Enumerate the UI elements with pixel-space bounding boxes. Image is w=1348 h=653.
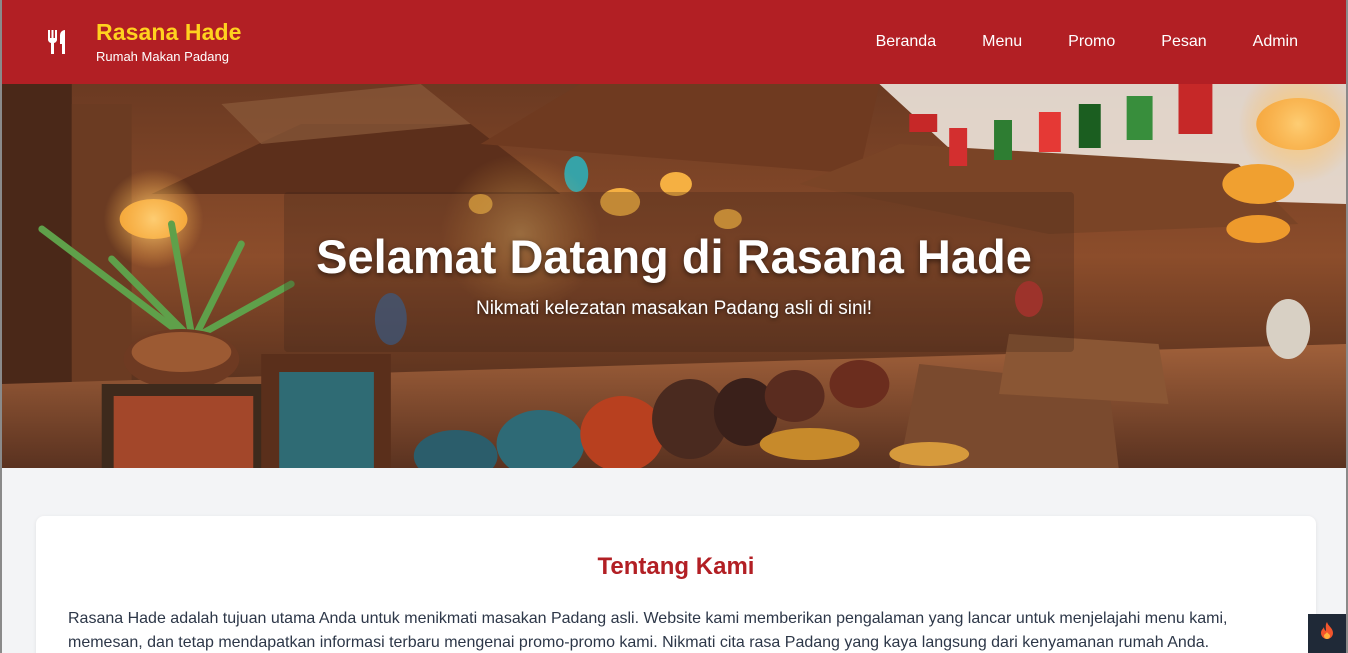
brand-subtitle: Rumah Makan Padang xyxy=(96,48,229,64)
nav-link-admin[interactable]: Admin xyxy=(1230,33,1298,51)
utensils-icon xyxy=(44,28,72,56)
hero-banner: Selamat Datang di Rasana Hade Nikmati ke… xyxy=(2,84,1346,468)
nav-link-menu[interactable]: Menu xyxy=(959,33,1045,51)
nav-link-beranda[interactable]: Beranda xyxy=(853,33,960,51)
nav-link-promo[interactable]: Promo xyxy=(1045,33,1138,51)
fire-icon xyxy=(1318,621,1336,646)
about-title: Tentang Kami xyxy=(597,553,755,580)
brand-title: Rasana Hade xyxy=(96,18,242,45)
about-section: Tentang Kami Rasana Hade adalah tujuan u… xyxy=(36,516,1316,653)
navbar: Rasana Hade Rumah Makan Padang Beranda M… xyxy=(2,0,1346,84)
hero-title: Selamat Datang di Rasana Hade xyxy=(316,230,1032,283)
hero-subtitle: Nikmati kelezatan masakan Padang asli di… xyxy=(475,298,873,319)
nav-link-pesan[interactable]: Pesan xyxy=(1138,33,1229,51)
floating-tool-button[interactable] xyxy=(1308,614,1346,653)
main-nav: Beranda Menu Promo Pesan Admin xyxy=(853,33,1298,51)
page: Rasana Hade Rumah Makan Padang Beranda M… xyxy=(0,0,1348,653)
about-text: Rasana Hade adalah tujuan utama Anda unt… xyxy=(68,610,1228,651)
brand[interactable]: Rasana Hade Rumah Makan Padang xyxy=(44,19,242,66)
